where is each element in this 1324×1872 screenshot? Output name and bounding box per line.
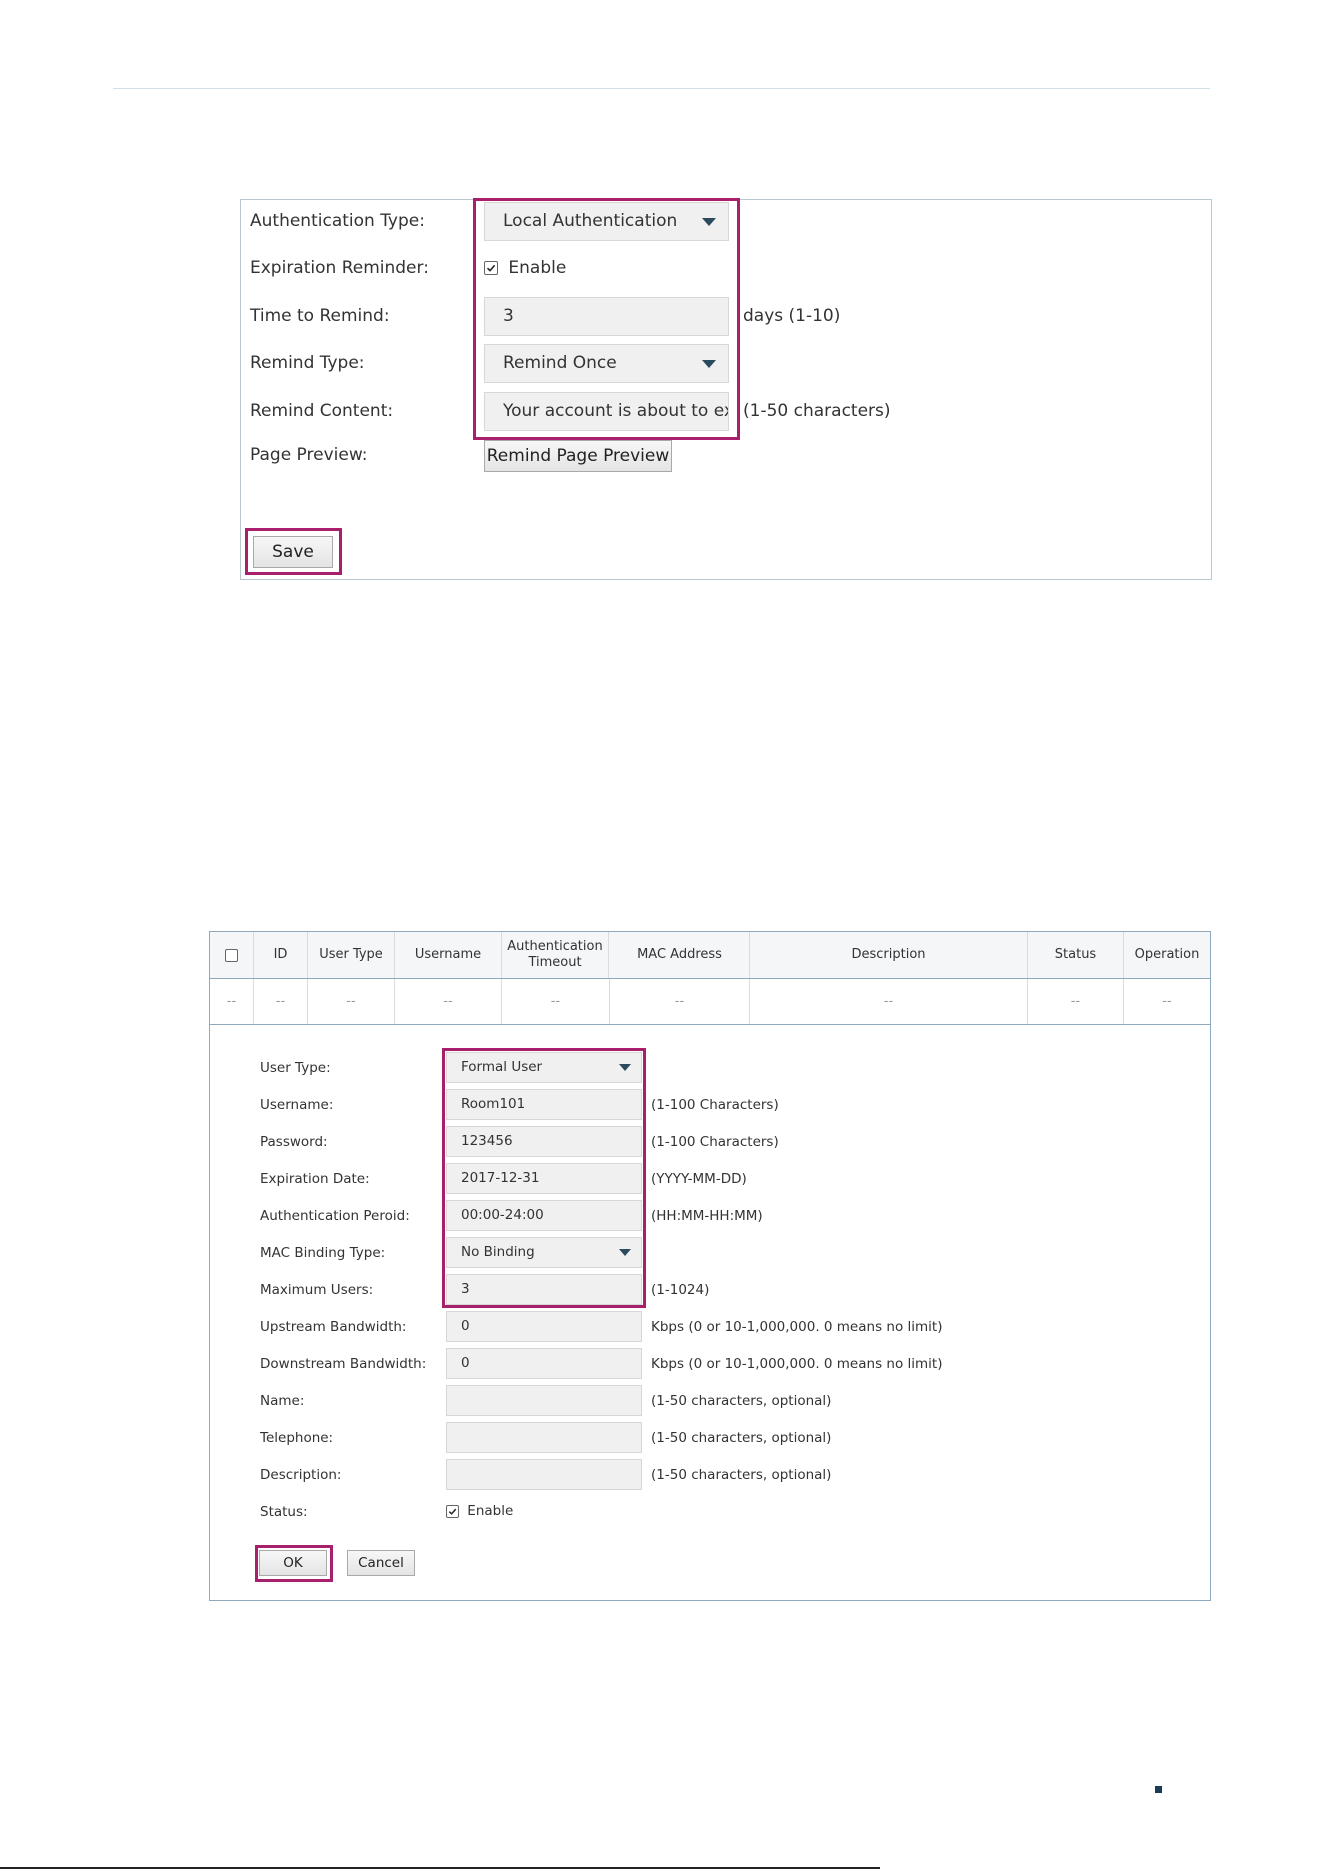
page-preview-label: Page Preview: [250, 445, 368, 465]
table-cell: -- [750, 979, 1028, 1024]
time-to-remind-hint: days (1-10) [743, 306, 841, 326]
column-header[interactable]: User Type [308, 932, 395, 978]
telephone-input[interactable] [446, 1422, 642, 1453]
upstream-bandwidth-label: Upstream Bandwidth: [260, 1319, 407, 1335]
page-header-rule [113, 88, 1210, 89]
downstream-bandwidth-label: Downstream Bandwidth: [260, 1356, 427, 1372]
highlight-box-save [245, 528, 342, 575]
column-header[interactable]: ID [254, 932, 308, 978]
time-to-remind-label: Time to Remind: [250, 306, 390, 326]
name-input[interactable] [446, 1385, 642, 1416]
upstream-bandwidth-input[interactable]: 0 [446, 1311, 642, 1342]
table-cell: -- [308, 979, 395, 1024]
downstream-bandwidth-hint: Kbps (0 or 10-1,000,000. 0 means no limi… [651, 1356, 943, 1372]
name-label: Name: [260, 1393, 305, 1409]
page-marker-icon [1155, 1786, 1162, 1793]
description-input[interactable] [446, 1459, 642, 1490]
highlight-box-settings [473, 198, 740, 440]
table-header: ID User Type Username Authentication Tim… [210, 932, 1210, 979]
password-hint: (1-100 Characters) [651, 1134, 779, 1150]
highlight-box-user-fields [442, 1048, 646, 1308]
auth-period-hint: (HH:MM-HH:MM) [651, 1208, 763, 1224]
remind-page-preview-button[interactable]: Remind Page Preview [484, 440, 672, 472]
status-checkbox[interactable]: Enable [446, 1503, 513, 1519]
column-header[interactable]: Authentication Timeout [502, 932, 609, 978]
authentication-type-label: Authentication Type: [250, 211, 425, 231]
remind-type-label: Remind Type: [250, 353, 365, 373]
checkbox-checked-icon[interactable] [446, 1504, 459, 1518]
description-hint: (1-50 characters, optional) [651, 1467, 832, 1483]
telephone-hint: (1-50 characters, optional) [651, 1430, 832, 1446]
cancel-button[interactable]: Cancel [347, 1550, 415, 1576]
expiration-date-label: Expiration Date: [260, 1171, 370, 1187]
telephone-label: Telephone: [260, 1430, 334, 1446]
remind-content-hint: (1-50 characters) [743, 401, 891, 421]
table-cell: -- [610, 979, 750, 1024]
column-header[interactable]: Username [395, 932, 502, 978]
column-header[interactable]: MAC Address [610, 932, 750, 978]
status-label: Status: [260, 1504, 308, 1520]
footer-rule [0, 1867, 880, 1869]
highlight-box-ok [255, 1545, 333, 1582]
expiration-reminder-label: Expiration Reminder: [250, 258, 429, 278]
name-hint: (1-50 characters, optional) [651, 1393, 832, 1409]
upstream-bandwidth-hint: Kbps (0 or 10-1,000,000. 0 means no limi… [651, 1319, 943, 1335]
authentication-settings-panel: Authentication Type: Local Authenticatio… [240, 198, 1212, 580]
user-management-panel: ID User Type Username Authentication Tim… [209, 931, 1211, 1601]
user-type-label: User Type: [260, 1060, 331, 1076]
select-all-header [210, 932, 254, 978]
maximum-users-hint: (1-1024) [651, 1282, 710, 1298]
table-cell: -- [502, 979, 610, 1024]
downstream-bandwidth-input[interactable]: 0 [446, 1348, 642, 1379]
table-cell: -- [1028, 979, 1124, 1024]
expiration-date-hint: (YYYY-MM-DD) [651, 1171, 747, 1187]
mac-binding-type-label: MAC Binding Type: [260, 1245, 386, 1261]
column-header[interactable]: Description [750, 932, 1028, 978]
auth-period-label: Authentication Peroid: [260, 1208, 410, 1224]
table-cell: -- [254, 979, 308, 1024]
description-label: Description: [260, 1467, 342, 1483]
table-cell: -- [1162, 994, 1172, 1009]
table-cell: -- [395, 979, 502, 1024]
maximum-users-label: Maximum Users: [260, 1282, 374, 1298]
password-label: Password: [260, 1134, 328, 1150]
column-header[interactable]: Operation [1124, 932, 1210, 978]
select-all-checkbox[interactable] [225, 948, 238, 962]
username-label: Username: [260, 1097, 334, 1113]
table-row: -- -- -- -- -- -- -- -- -- [210, 979, 1210, 1025]
remind-content-label: Remind Content: [250, 401, 394, 421]
table-cell: -- [210, 979, 254, 1024]
column-header[interactable]: Status [1028, 932, 1124, 978]
username-hint: (1-100 Characters) [651, 1097, 779, 1113]
status-enable-label: Enable [467, 1503, 514, 1519]
